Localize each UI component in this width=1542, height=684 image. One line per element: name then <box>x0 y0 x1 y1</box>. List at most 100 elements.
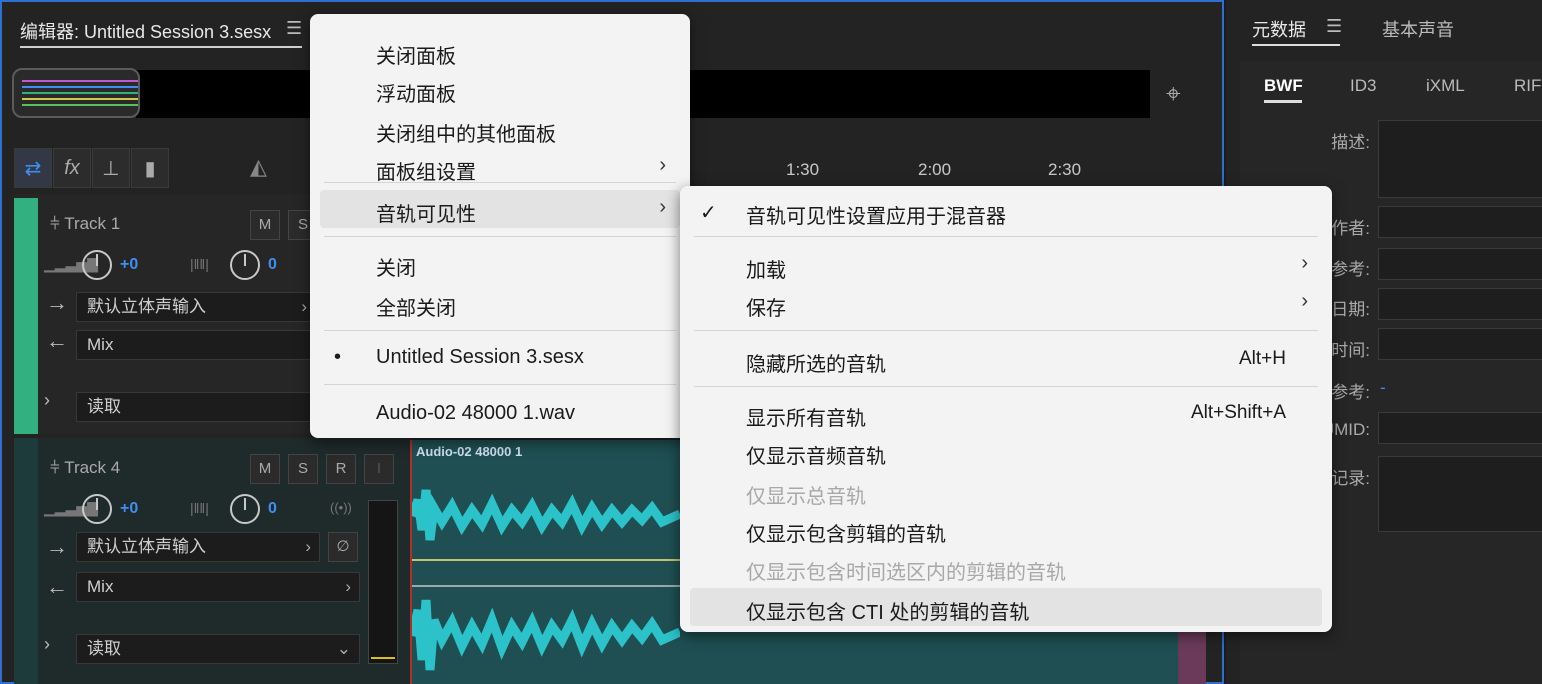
menu-item-apply-to-mixer[interactable]: ✓ 音轨可见性设置应用于混音器 <box>680 192 1332 230</box>
pan-icon: |‖‖| <box>190 500 209 516</box>
chevron-right-icon: › <box>1301 252 1308 274</box>
date-field[interactable] <box>1378 288 1542 320</box>
menu-item-audio-file[interactable]: Audio-02 48000 1.wav <box>310 394 690 432</box>
menu-separator <box>324 384 676 385</box>
pan-knob[interactable] <box>230 494 260 524</box>
tab-ixml[interactable]: iXML <box>1426 76 1465 96</box>
output-arrow-icon: ← <box>46 328 68 353</box>
mute-button[interactable]: M <box>250 210 280 240</box>
track-visibility-submenu: ✓ 音轨可见性设置应用于混音器 加载 › 保存 › 隐藏所选的音轨 Alt+H 显示所有… <box>680 186 1332 632</box>
menu-item-show-all[interactable]: 显示所有音轨 Alt+Shift+A <box>680 394 1332 432</box>
editor-tab-underline <box>20 46 302 48</box>
menu-item-show-with-clips[interactable]: 仅显示包含剪辑的音轨 <box>680 510 1332 548</box>
input-select[interactable]: 默认立体声输入 › <box>76 292 316 322</box>
automation-select[interactable]: 读取 <box>76 392 316 422</box>
menu-separator <box>694 386 1318 387</box>
menu-item-hide-selected[interactable]: 隐藏所选的音轨 Alt+H <box>680 340 1332 378</box>
chevron-right-icon: › <box>1301 290 1308 312</box>
tab-riff[interactable]: RIFF <box>1514 76 1542 96</box>
expand-chevron-icon[interactable]: › <box>44 634 50 655</box>
menu-separator <box>324 236 676 237</box>
menu-item-close-other-panels[interactable]: 关闭组中的其他面板 <box>310 110 690 148</box>
menu-item-close-all[interactable]: 全部关闭 <box>310 284 690 322</box>
menu-item-show-audio-only[interactable]: 仅显示音频音轨 <box>680 432 1332 470</box>
menu-separator <box>324 182 676 183</box>
time-field[interactable] <box>1378 328 1542 360</box>
menu-item-save[interactable]: 保存 › <box>680 284 1332 322</box>
menu-item-close-panel[interactable]: 关闭面板 <box>310 32 690 70</box>
eq-icon[interactable]: ▮ <box>131 148 169 188</box>
description-field[interactable] <box>1378 120 1542 198</box>
output-select[interactable]: Mix <box>76 330 316 360</box>
automation-select[interactable]: 读取 ⌄ <box>76 634 360 664</box>
track-color-stripe <box>14 438 38 684</box>
level-meter <box>368 500 398 664</box>
volume-value[interactable]: +0 <box>120 500 138 518</box>
umid-field[interactable] <box>1378 412 1542 444</box>
volume-knob[interactable] <box>82 494 112 524</box>
stereo-icon[interactable]: ((•)) <box>330 500 352 515</box>
panel-context-menu: 关闭面板 浮动面板 关闭组中的其他面板 面板组设置 › 音轨可见性 › 关闭 全部关… <box>310 14 690 438</box>
menu-separator <box>324 330 676 331</box>
input-monitor-button[interactable]: I <box>364 454 394 484</box>
panel-menu-icon[interactable]: ☰ <box>1326 16 1342 37</box>
sends-icon[interactable]: ⊥ <box>92 148 130 188</box>
menu-item-track-visibility[interactable]: 音轨可见性 › <box>320 190 680 228</box>
record-arm-button[interactable]: R <box>326 454 356 484</box>
time-reference-value[interactable]: - <box>1380 378 1386 398</box>
menu-item-show-clips-in-selection: 仅显示包含时间选区内的剪辑的音轨 <box>746 562 1066 584</box>
pan-knob[interactable] <box>230 250 260 280</box>
effects-icon[interactable]: fx <box>53 148 91 188</box>
menu-item-load[interactable]: 加载 › <box>680 246 1332 284</box>
menu-item-panel-group-settings[interactable]: 面板组设置 › <box>310 148 690 186</box>
tab-essential-sound[interactable]: 基本声音 <box>1382 16 1454 42</box>
ruler-tick: 1:30 <box>786 160 820 179</box>
reference-field[interactable] <box>1378 248 1542 280</box>
track-header-4: ⫩ Track 4 M S R I ▁▂▃▅▇ +0 |‖‖| 0 ((•)) … <box>14 438 412 684</box>
ruler-tick: 2:00 <box>918 160 952 179</box>
expand-chevron-icon[interactable]: › <box>44 390 50 411</box>
editor-tab-title[interactable]: 编辑器: Untitled Session 3.sesx <box>20 18 271 44</box>
solo-button[interactable]: S <box>288 454 318 484</box>
clip-name: Audio-02 48000 1 <box>416 444 523 459</box>
input-arrow-icon: → <box>46 290 68 315</box>
inputs-outputs-icon[interactable]: ⇄ <box>14 148 52 188</box>
tab-bwf[interactable]: BWF <box>1264 76 1303 96</box>
pan-value[interactable]: 0 <box>268 500 277 518</box>
panel-menu-icon[interactable]: ☰ <box>286 18 302 39</box>
tab-underline <box>1252 44 1340 46</box>
shortcut-label: Alt+H <box>1239 348 1286 369</box>
menu-item-close[interactable]: 关闭 <box>310 244 690 282</box>
track-color-stripe <box>14 198 38 434</box>
metronome-icon[interactable]: ◭ <box>250 154 267 180</box>
volume-knob[interactable] <box>82 250 112 280</box>
history-field[interactable] <box>1378 456 1542 532</box>
shortcut-label: Alt+Shift+A <box>1190 402 1286 423</box>
chevron-right-icon: › <box>659 154 666 176</box>
menu-item-session-file[interactable]: • Untitled Session 3.sesx <box>310 338 690 376</box>
tab-id3[interactable]: ID3 <box>1350 76 1376 96</box>
chevron-right-icon: › <box>659 196 666 218</box>
mute-button[interactable]: M <box>250 454 280 484</box>
author-field[interactable] <box>1378 206 1542 238</box>
menu-item-show-clips-at-cti[interactable]: 仅显示包含 CTI 处的剪辑的音轨 <box>690 588 1322 626</box>
input-arrow-icon: → <box>46 534 68 559</box>
menu-item-show-bus-only: 仅显示总音轨 <box>746 486 866 508</box>
phase-invert-icon[interactable]: ∅ <box>328 532 358 562</box>
overview-thumb[interactable] <box>12 68 140 118</box>
pan-icon: |‖‖| <box>190 256 209 272</box>
bullet-icon: • <box>334 346 342 368</box>
volume-value[interactable]: +0 <box>120 256 138 274</box>
menu-separator <box>694 330 1318 331</box>
ruler-tick: 2:30 <box>1048 160 1082 179</box>
track-name[interactable]: ⫩ Track 4 <box>50 458 120 478</box>
pan-value[interactable]: 0 <box>268 256 277 274</box>
subtab-underline <box>1264 100 1302 103</box>
output-arrow-icon: ← <box>46 574 68 599</box>
track-name[interactable]: ⫩ Track 1 <box>50 214 120 234</box>
input-select[interactable]: 默认立体声输入 › <box>76 532 320 562</box>
menu-item-undock-panel[interactable]: 浮动面板 <box>310 70 690 108</box>
tab-metadata[interactable]: 元数据 <box>1252 16 1306 42</box>
output-select[interactable]: Mix › <box>76 572 360 602</box>
zoom-navigator-icon[interactable]: ⌖ <box>1166 78 1198 110</box>
